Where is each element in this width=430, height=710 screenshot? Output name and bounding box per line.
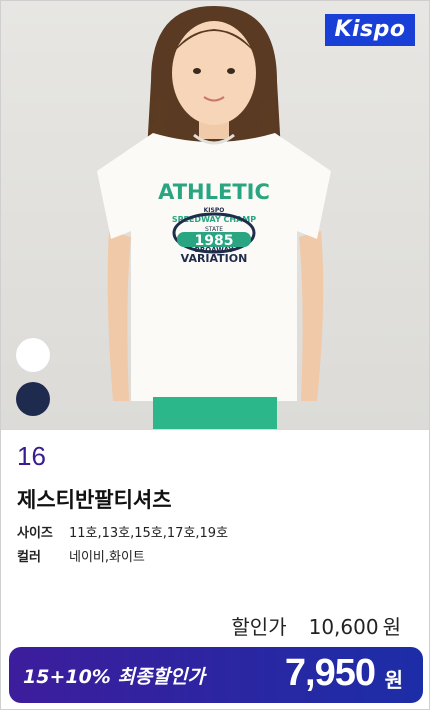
final-price-value: 7,950 <box>284 652 376 694</box>
color-value: 네이비,화이트 <box>69 550 145 565</box>
print-line1: ATHLETIC <box>158 180 270 204</box>
brand-logo: Kispo <box>325 14 415 46</box>
color-swatch-white[interactable] <box>16 338 50 372</box>
final-price-banner: 15+10% 최종할인가 7,950 원 <box>9 647 423 703</box>
discount-price-value: 10,600 <box>308 615 379 639</box>
color-label: 컬러 <box>17 550 41 565</box>
size-value: 11호,13호,15호,17호,19호 <box>69 526 229 541</box>
discount-price-unit: 원 <box>382 615 401 639</box>
discount-price-label: 할인가 <box>231 615 287 639</box>
model-illustration: ATHLETIC KISPO SPEEDWAY CHAMP STATE 1985… <box>97 6 331 429</box>
color-swatch-navy[interactable] <box>16 382 50 416</box>
color-spec: 컬러 네이비,화이트 <box>17 546 145 565</box>
print-line4: STATE <box>205 226 223 233</box>
product-title[interactable]: 제스티반팔티셔츠 <box>17 484 172 514</box>
product-photo[interactable]: ATHLETIC KISPO SPEEDWAY CHAMP STATE 1985… <box>1 1 429 430</box>
print-line7: VARIATION <box>181 252 248 265</box>
discount-price-row: 할인가 10,600 원 <box>231 611 401 640</box>
size-spec: 사이즈 11호,13호,15호,17호,19호 <box>17 522 228 541</box>
product-number: 16 <box>17 441 46 471</box>
product-card[interactable]: ATHLETIC KISPO SPEEDWAY CHAMP STATE 1985… <box>0 0 430 710</box>
size-label: 사이즈 <box>17 526 53 541</box>
final-price-label: 15+10% 최종할인가 <box>23 666 205 688</box>
final-price-unit: 원 <box>384 668 403 692</box>
